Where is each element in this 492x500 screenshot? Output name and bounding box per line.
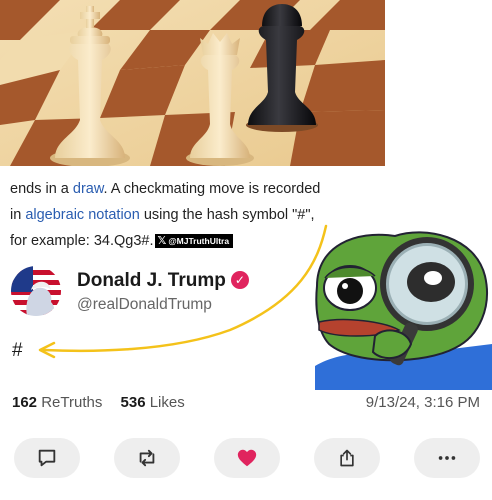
retruth-button[interactable] (114, 438, 180, 478)
action-bar (14, 438, 480, 478)
pepe-magnifying-glass-image (315, 226, 492, 390)
display-name[interactable]: Donald J. Trump ✓ (77, 270, 249, 292)
comment-icon (38, 449, 56, 467)
verified-badge-icon: ✓ (230, 271, 249, 289)
share-button[interactable] (314, 438, 380, 478)
watermark: 𝕏 @MJTruthUltra (155, 234, 234, 249)
chess-photo (0, 0, 385, 166)
x-logo-icon: 𝕏 (157, 235, 167, 248)
draw-link[interactable]: draw (73, 181, 104, 197)
avatar[interactable] (11, 266, 61, 316)
post-stats: 162 ReTruths 536 Likes (12, 394, 185, 411)
repost-icon (139, 449, 155, 467)
share-icon (340, 449, 354, 467)
caption-line-1: ends in a draw. A checkmating move is re… (10, 181, 321, 197)
caption-line-2: in algebraic notation using the hash sym… (10, 207, 315, 223)
like-button[interactable] (214, 438, 280, 478)
heart-icon (237, 449, 257, 467)
reply-button[interactable] (14, 438, 80, 478)
retruths-stat[interactable]: 162 ReTruths (12, 394, 102, 411)
algebraic-notation-link[interactable]: algebraic notation (25, 207, 139, 223)
post-timestamp: 9/13/24, 3:16 PM (365, 394, 480, 411)
post-body: # (12, 340, 23, 361)
more-icon (438, 456, 456, 460)
likes-stat[interactable]: 536 Likes (121, 394, 185, 411)
more-button[interactable] (414, 438, 480, 478)
user-handle[interactable]: @realDonaldTrump (77, 296, 212, 314)
